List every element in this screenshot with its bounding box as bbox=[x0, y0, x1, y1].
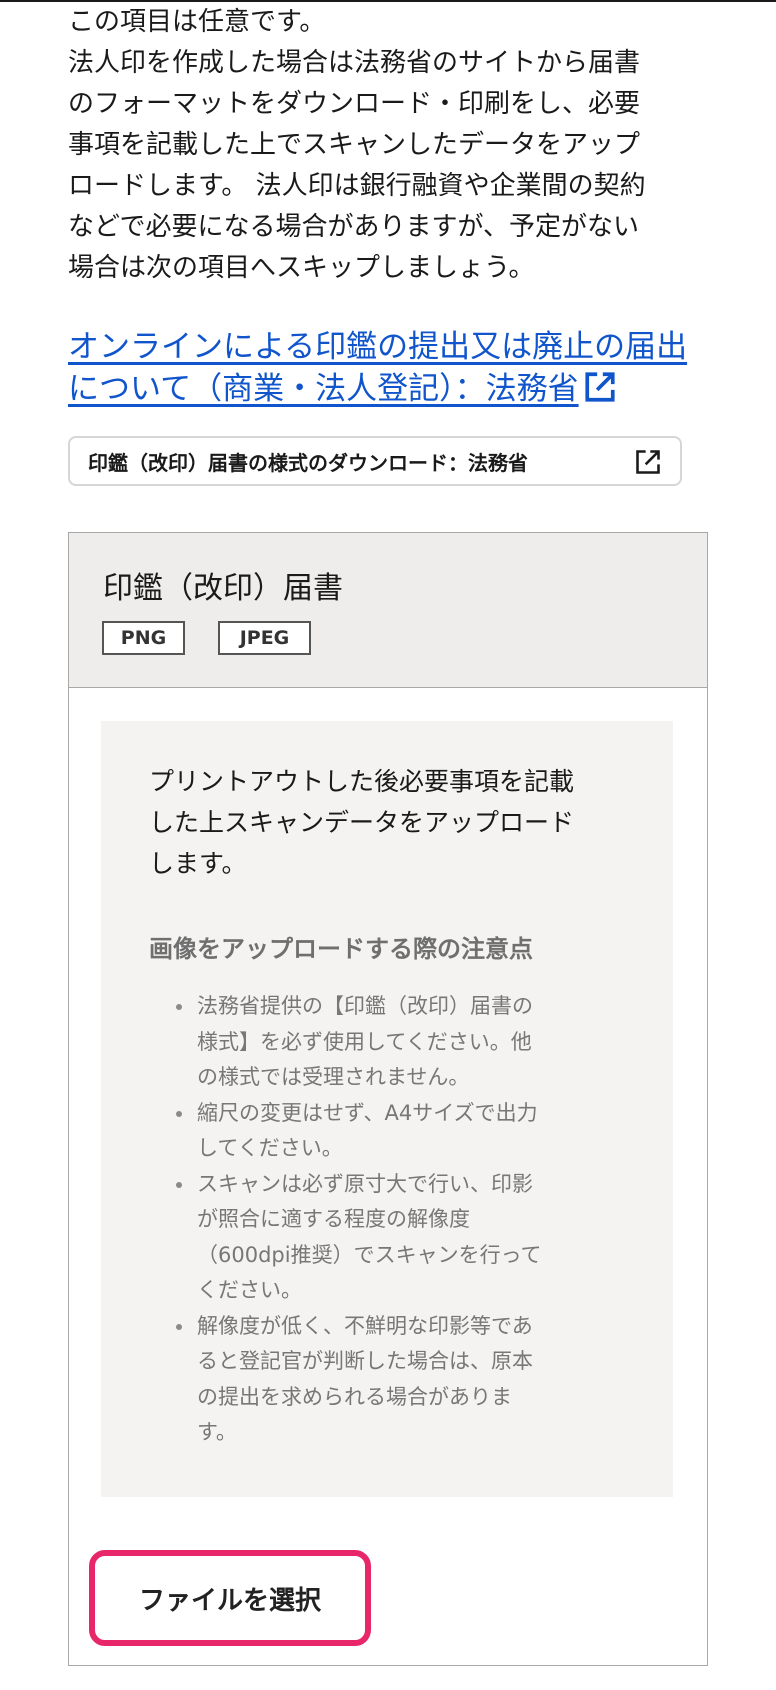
external-link-icon bbox=[584, 372, 615, 402]
format-badge-png: PNG bbox=[102, 621, 185, 655]
intro-text: この項目は任意です。 法人印を作成した場合は法務省のサイトから届書 のフォーマッ… bbox=[68, 7, 646, 283]
caution-item: 縮尺の変更はせず、A4サイズで出力 してください。 bbox=[176, 1096, 617, 1167]
form-download-button[interactable]: 印鑑（改印）届書の様式のダウンロード：法務省 bbox=[68, 436, 682, 486]
card-title: 印鑑（改印）届書 bbox=[103, 571, 343, 606]
upload-instructions-box: プリントアウトした後必要事項を記載 した上スキャンデータをアップロード します。… bbox=[101, 721, 673, 1497]
caution-item: 法務省提供の【印鑑（改印）届書の 様式】を必ず使用してください。他 の様式では受… bbox=[176, 989, 617, 1096]
external-link-icon bbox=[636, 450, 660, 474]
caution-item: スキャンは必ず原寸大で行い、印影 が照合に適する程度の解像度 （600dpi推奨… bbox=[176, 1167, 617, 1309]
choose-file-label: ファイルを選択 bbox=[138, 1585, 321, 1616]
caution-title: 画像をアップロードする際の注意点 bbox=[149, 935, 533, 963]
upload-description: プリントアウトした後必要事項を記載 した上スキャンデータをアップロード します。 bbox=[149, 767, 575, 878]
caution-item: 解像度が低く、不鮮明な印影等であ ると登記官が判断した場合は、原本 の提出を求め… bbox=[176, 1309, 617, 1451]
card-header: 印鑑（改印）届書 PNG JPEG bbox=[69, 533, 707, 688]
seal-form-upload-card: 印鑑（改印）届書 PNG JPEG プリントアウトした後必要事項を記載 した上ス… bbox=[68, 532, 708, 1666]
intro-section: この項目は任意です。 法人印を作成した場合は法務省のサイトから届書 のフォーマッ… bbox=[68, 2, 708, 289]
form-download-label: 印鑑（改印）届書の様式のダウンロード：法務省 bbox=[88, 450, 528, 475]
caution-list: 法務省提供の【印鑑（改印）届書の 様式】を必ず使用してください。他 の様式では受… bbox=[176, 989, 617, 1451]
moj-online-seal-link[interactable]: オンラインによる印鑑の提出又は廃止の届出について（商業・法人登記）：法務省 bbox=[68, 326, 718, 410]
format-badge-jpeg: JPEG bbox=[218, 621, 311, 655]
choose-file-button[interactable]: ファイルを選択 bbox=[89, 1550, 371, 1646]
